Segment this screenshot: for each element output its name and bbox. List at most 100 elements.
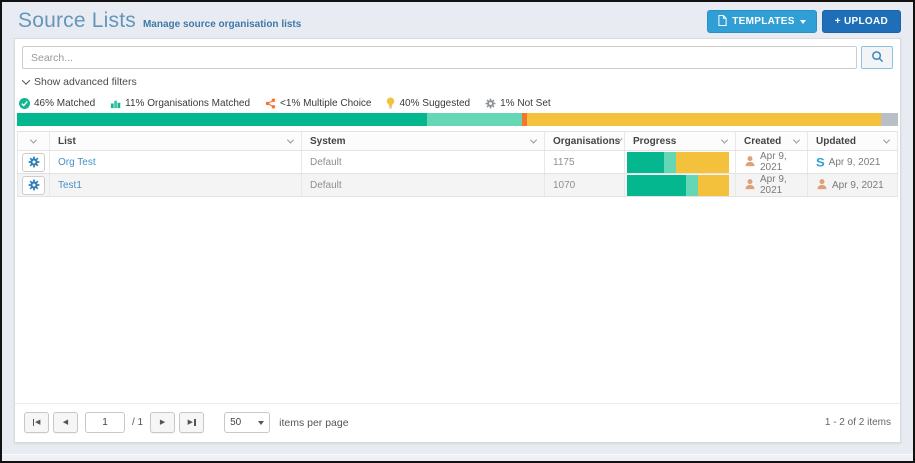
cell-created: Apr 9, 2021 [736, 174, 808, 196]
legend-item-organisations-matched: 11% Organisations Matched [110, 98, 250, 109]
s-logo-icon: S [816, 155, 825, 169]
check-circle-icon [19, 97, 30, 109]
caret-down-icon [799, 19, 806, 24]
progress-legend: 46% Matched 11% Organisations Matched <1… [19, 97, 900, 109]
upload-button-label: + UPLOAD [834, 16, 888, 27]
progress-segment-organisations-matched [663, 151, 676, 173]
first-page-button[interactable]: ◀ [24, 412, 49, 433]
header-cell-system[interactable]: System [302, 132, 545, 150]
legend-item-suggested: 40% Suggested [386, 97, 470, 109]
page-size-label: items per page [279, 416, 349, 429]
cell-progress [625, 174, 736, 196]
legend-label: 40% Suggested [399, 97, 471, 109]
header-cell-progress[interactable]: Progress [625, 132, 736, 150]
chevron-down-icon[interactable] [529, 136, 538, 144]
overall-progress-bar [17, 113, 898, 126]
page-subtitle: Manage source organisation lists [142, 19, 302, 30]
cell-organisations: 1070 [545, 174, 625, 196]
legend-label: <1% Multiple Choice [280, 97, 372, 109]
first-page-icon [32, 419, 35, 426]
cell-updated: S Apr 9, 2021 [808, 151, 898, 173]
templates-button[interactable]: TEMPLATES [707, 10, 817, 33]
items-range-label: 1 - 2 of 2 items [824, 417, 891, 428]
legend-item-not-set: 1% Not Set [485, 98, 551, 109]
next-page-icon: ▶ [159, 419, 166, 426]
cell-updated: Apr 9, 2021 [808, 174, 898, 196]
header-cell-organisations[interactable]: Organisations [545, 132, 625, 150]
progress-segment-organisations-matched [686, 174, 699, 196]
person-icon [816, 178, 828, 193]
row-progress-bar [627, 174, 729, 196]
search-button[interactable] [861, 46, 893, 69]
legend-label: 1% Not Set [500, 97, 551, 109]
header-cell-created[interactable]: Created [736, 132, 808, 150]
progress-segment-organisations-matched [426, 113, 522, 126]
progress-segment-not-set [881, 113, 898, 126]
table-row: Test1 Default 1070 Apr 9, 2021 Apr 9, 20… [17, 174, 898, 197]
cell-organisations: 1175 [545, 151, 625, 173]
created-date: Apr 9, 2021 [760, 151, 787, 173]
page-size-select[interactable]: 50 [224, 412, 271, 433]
search-row [22, 46, 893, 69]
page-number-input[interactable] [85, 412, 125, 433]
chevron-down-icon[interactable] [720, 136, 729, 144]
column-label: Progress [633, 135, 677, 147]
advanced-filters-toggle[interactable]: Show advanced filters [21, 76, 137, 88]
cell-progress [625, 151, 736, 173]
list-name-link[interactable]: Test1 [58, 180, 82, 191]
table-header-row: List System Organisations Progress Creat… [17, 132, 898, 151]
chevron-down-icon[interactable] [286, 136, 295, 144]
list-name-link[interactable]: Org Test [58, 157, 96, 168]
next-page-button[interactable]: ▶ [150, 412, 176, 433]
progress-segment-suggested [675, 151, 729, 173]
previous-page-icon: ◀ [62, 419, 69, 426]
last-page-button[interactable]: ▶ [179, 412, 205, 433]
header-cell-updated[interactable]: Updated [808, 132, 898, 150]
upload-button[interactable]: + UPLOAD [821, 10, 901, 33]
row-progress-bar [627, 151, 729, 173]
cell-system: Default [302, 151, 545, 173]
column-label: List [58, 135, 76, 147]
column-label: Created [744, 135, 782, 147]
chevron-down-icon[interactable] [792, 136, 801, 144]
source-lists-table: List System Organisations Progress Creat… [17, 131, 898, 197]
page-size-value: 50 [230, 417, 242, 428]
cell-system: Default [302, 174, 545, 196]
column-label: Organisations [553, 135, 621, 147]
table-row: Org Test Default 1175 Apr 9, 2021 S Apr … [17, 151, 898, 174]
chevron-down-icon[interactable] [29, 136, 38, 144]
document-icon [718, 14, 727, 29]
header-cell-list[interactable]: List [50, 132, 302, 150]
page-total-label: / 1 [132, 417, 144, 428]
search-input[interactable] [22, 46, 857, 69]
last-page-icon [194, 419, 196, 426]
progress-segment-matched [627, 151, 664, 173]
share-icon [265, 98, 276, 109]
person-icon [744, 178, 756, 193]
legend-item-matched: 46% Matched [19, 97, 95, 109]
person-icon [744, 155, 756, 170]
cell-created: Apr 9, 2021 [736, 151, 808, 173]
header-cell-actions[interactable] [17, 132, 50, 150]
progress-segment-matched [627, 174, 686, 196]
chevron-down-icon[interactable] [882, 136, 891, 144]
page-title: Source Lists [18, 9, 136, 32]
legend-item-multiple-choice: <1% Multiple Choice [265, 98, 371, 109]
progress-segment-matched [17, 113, 427, 126]
header-actions: TEMPLATES + UPLOAD [707, 9, 901, 33]
gear-icon [485, 98, 496, 109]
app-window: Source Lists Manage source organisation … [0, 0, 915, 463]
page-header: Source Lists Manage source organisation … [2, 2, 913, 38]
lightbulb-icon [386, 97, 395, 109]
progress-segment-suggested [698, 174, 729, 196]
created-date: Apr 9, 2021 [760, 174, 787, 196]
row-settings-button[interactable] [22, 152, 45, 172]
pagination-bar: ◀ ◀ / 1 ▶ ▶ 50 items per page 1 - 2 of 2… [15, 403, 900, 442]
title-group: Source Lists Manage source organisation … [14, 9, 301, 33]
bar-chart-icon [110, 98, 121, 109]
advanced-filters-label: Show advanced filters [34, 76, 137, 88]
previous-page-button[interactable]: ◀ [53, 412, 78, 433]
search-icon [871, 50, 884, 66]
row-settings-button[interactable] [22, 175, 45, 195]
main-panel: Show advanced filters 46% Matched 11% Or… [14, 38, 901, 443]
